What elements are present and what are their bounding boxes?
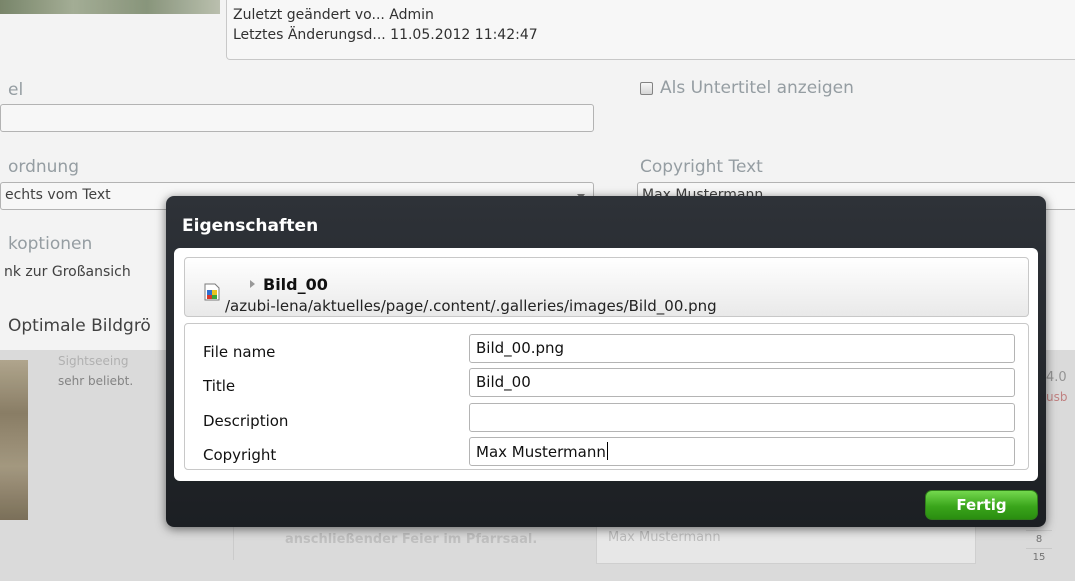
title-label: Title [203, 377, 236, 395]
image-file-icon [204, 283, 220, 301]
description-input[interactable] [469, 403, 1015, 432]
properties-table: File name Bild_00.png Title Bild_00 Desc… [184, 323, 1029, 470]
dialog-body: Bild_00 /azubi-lena/aktuelles/page/.cont… [174, 248, 1038, 481]
properties-dialog: Eigenschaften Bild_00 /azubi-lena/aktuel… [166, 196, 1046, 527]
title-input[interactable]: Bild_00 [469, 368, 1015, 397]
file-name-label: File name [203, 343, 276, 361]
resource-header: Bild_00 /azubi-lena/aktuelles/page/.cont… [184, 257, 1029, 317]
done-button[interactable]: Fertig [925, 490, 1038, 520]
dialog-title: Eigenschaften [182, 216, 319, 236]
copyright-input-value: Max Mustermann [476, 443, 606, 461]
resource-path: /azubi-lena/aktuelles/page/.content/.gal… [225, 297, 717, 315]
copyright-label: Copyright [203, 446, 277, 464]
description-label: Description [203, 412, 289, 430]
triangle-right-icon[interactable] [250, 280, 255, 288]
copyright-input[interactable]: Max Mustermann [469, 437, 1015, 466]
file-name-input[interactable]: Bild_00.png [469, 334, 1015, 363]
text-cursor [606, 442, 608, 460]
resource-name: Bild_00 [263, 275, 328, 294]
